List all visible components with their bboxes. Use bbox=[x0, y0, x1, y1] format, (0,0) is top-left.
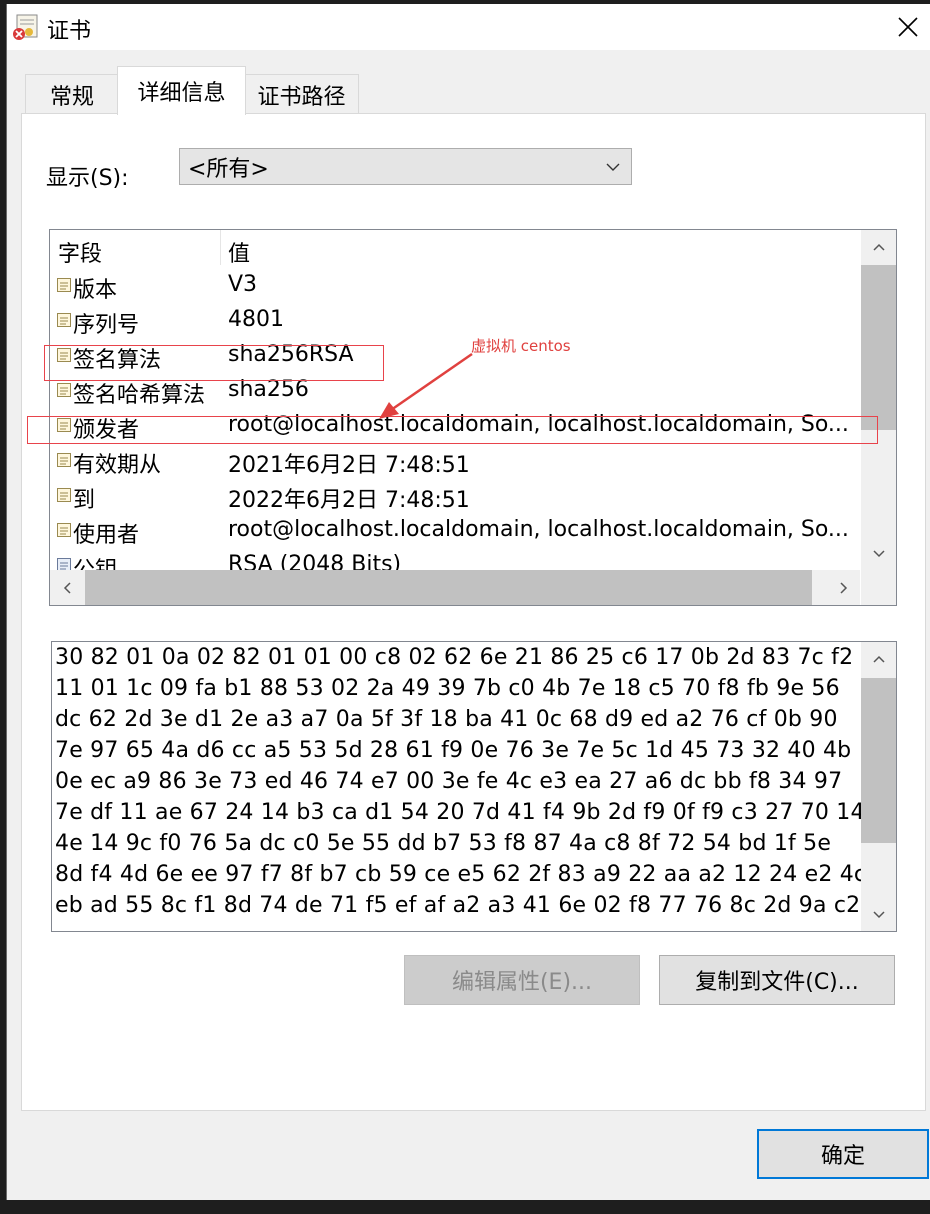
scroll-thumb[interactable] bbox=[85, 570, 812, 605]
chevron-up-icon bbox=[872, 655, 885, 663]
hex-line: 7e 97 65 4a d6 cc a5 53 5d 28 61 f9 0e 7… bbox=[55, 738, 852, 763]
annotation-label: 虚拟机 centos bbox=[471, 337, 571, 355]
field-name: 签名哈希算法 bbox=[73, 383, 206, 408]
scroll-thumb[interactable] bbox=[861, 678, 896, 843]
dialog-title: 证书 bbox=[47, 19, 92, 44]
field-icon bbox=[57, 313, 71, 327]
chevron-left-icon bbox=[63, 581, 71, 594]
field-icon bbox=[57, 488, 71, 502]
show-dropdown[interactable]: <所有> bbox=[179, 148, 632, 185]
close-button[interactable] bbox=[885, 4, 930, 50]
column-divider bbox=[220, 230, 221, 265]
certificate-icon bbox=[13, 14, 38, 40]
field-row[interactable]: 使用者 root@localhost.localdomain, localhos… bbox=[50, 513, 860, 548]
field-icon bbox=[57, 383, 71, 397]
ok-button[interactable]: 确定 bbox=[757, 1129, 929, 1179]
hex-line: 8d f4 4d 6e ee 97 f7 8f b7 cb 59 ce e5 6… bbox=[55, 862, 867, 887]
chevron-down-icon bbox=[872, 910, 885, 918]
field-name: 有效期从 bbox=[73, 453, 162, 478]
chevron-right-icon bbox=[839, 581, 847, 594]
column-header-value[interactable]: 值 bbox=[228, 236, 250, 268]
tab-certification-path[interactable]: 证书路径 bbox=[244, 74, 359, 115]
scroll-up-button[interactable] bbox=[861, 642, 896, 677]
field-list-horizontal-scrollbar[interactable] bbox=[50, 570, 860, 605]
chevron-up-icon bbox=[872, 243, 885, 251]
scroll-thumb[interactable] bbox=[861, 265, 896, 430]
field-name: 使用者 bbox=[73, 523, 140, 548]
close-icon bbox=[898, 17, 918, 37]
hex-line: 11 01 1c 09 fa b1 88 53 02 2a 49 39 7b c… bbox=[55, 676, 840, 701]
hex-line: 7e df 11 ae 67 24 14 b3 ca d1 54 20 7d 4… bbox=[55, 800, 865, 825]
title-bar: 证书 bbox=[7, 4, 930, 50]
scroll-down-button[interactable] bbox=[861, 535, 896, 570]
field-icon bbox=[57, 278, 71, 292]
field-value: V3 bbox=[228, 272, 258, 297]
details-panel: 显示(S): <所有> 字段 值 版本 V3 序列号 4801 签名算法 sha… bbox=[21, 113, 926, 1111]
copy-to-file-button[interactable]: 复制到文件(C)... bbox=[659, 955, 895, 1005]
list-header: 字段 值 bbox=[50, 230, 860, 268]
tab-general[interactable]: 常规 bbox=[25, 74, 119, 115]
field-icon bbox=[57, 453, 71, 467]
annotation-arrow bbox=[379, 352, 473, 419]
show-dropdown-value: <所有> bbox=[188, 156, 269, 182]
field-row[interactable]: 序列号 4801 bbox=[50, 303, 860, 338]
value-detail-scrollbar[interactable] bbox=[861, 642, 896, 931]
column-header-field[interactable]: 字段 bbox=[58, 236, 102, 268]
hex-line: dc 62 2d 3e d1 2e a3 a7 0a 5f 3f 18 ba 4… bbox=[55, 707, 838, 732]
field-row[interactable]: 有效期从 2021年6月2日 7:48:51 bbox=[50, 443, 860, 478]
scrollbar-corner bbox=[861, 570, 896, 605]
field-row[interactable]: 版本 V3 bbox=[50, 268, 860, 303]
scroll-up-button[interactable] bbox=[861, 230, 896, 265]
field-name: 版本 bbox=[73, 278, 118, 303]
hex-line: 30 82 01 0a 02 82 01 01 00 c8 02 62 6e 2… bbox=[55, 645, 854, 670]
field-value: root@localhost.localdomain, localhost.lo… bbox=[228, 517, 849, 542]
show-label: 显示(S): bbox=[46, 166, 129, 191]
field-list-vertical-scrollbar[interactable] bbox=[861, 230, 896, 570]
field-value: 4801 bbox=[228, 307, 284, 332]
field-value: 2021年6月2日 7:48:51 bbox=[228, 453, 470, 478]
field-name: 到 bbox=[73, 488, 96, 513]
tab-details[interactable]: 详细信息 bbox=[117, 66, 246, 115]
certificate-dialog: 证书 常规 详细信息 证书路径 显示(S): <所有> 字段 值 版本 V3 序… bbox=[6, 4, 930, 1200]
value-detail-box[interactable]: 30 82 01 0a 02 82 01 01 00 c8 02 62 6e 2… bbox=[51, 641, 897, 932]
background-edge-bottom bbox=[0, 1200, 930, 1214]
hex-line: 0e ec a9 86 3e 73 ed 46 74 e7 00 3e fe 4… bbox=[55, 769, 843, 794]
scroll-left-button[interactable] bbox=[50, 570, 85, 605]
scroll-down-button[interactable] bbox=[861, 896, 896, 931]
hex-line: eb ad 55 8c f1 8d 74 de 71 f5 ef af a2 a… bbox=[55, 893, 861, 918]
scroll-right-button[interactable] bbox=[825, 570, 860, 605]
chevron-down-icon bbox=[606, 163, 620, 171]
chevron-down-icon bbox=[872, 549, 885, 557]
field-name: 序列号 bbox=[73, 313, 140, 338]
field-icon bbox=[57, 523, 71, 537]
field-value: 2022年6月2日 7:48:51 bbox=[228, 488, 470, 513]
hex-line: 4e 14 9c f0 76 5a dc c0 5e 55 dd b7 53 f… bbox=[55, 831, 832, 856]
edit-properties-button[interactable]: 编辑属性(E)... bbox=[404, 955, 640, 1005]
annotation-box-signature-algorithm bbox=[44, 345, 384, 381]
field-row[interactable]: 到 2022年6月2日 7:48:51 bbox=[50, 478, 860, 513]
